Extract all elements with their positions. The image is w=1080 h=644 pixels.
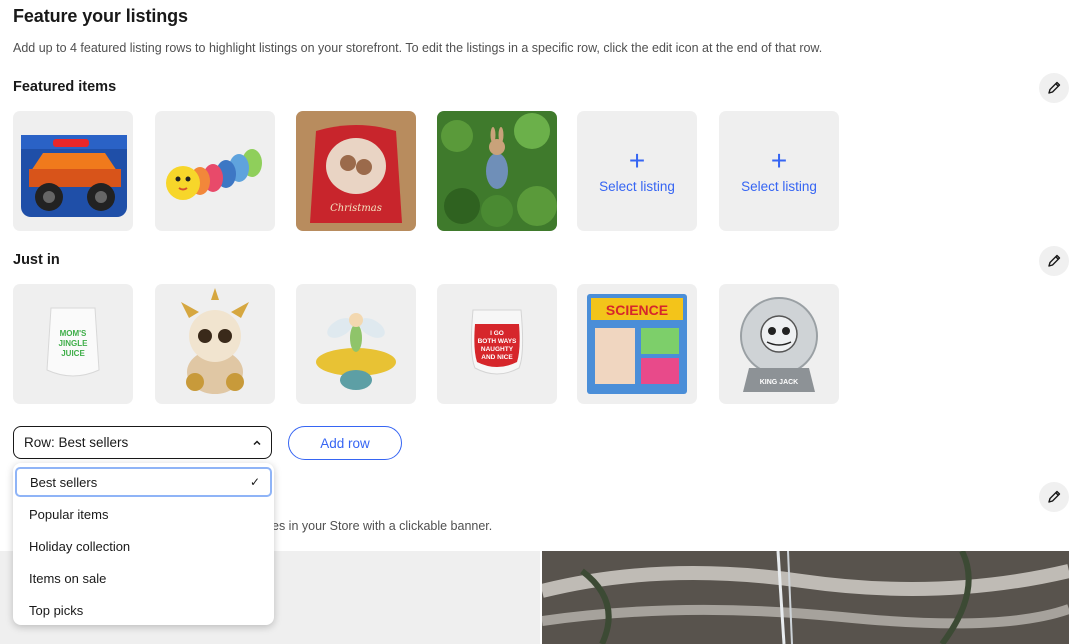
featured-listing-4[interactable] bbox=[437, 111, 557, 231]
just-in-listing-2[interactable] bbox=[155, 284, 275, 404]
just-in-listing-1[interactable]: MOM'S JINGLE JUICE bbox=[13, 284, 133, 404]
pine-branch-ornament-image bbox=[542, 551, 1069, 644]
banner-image[interactable] bbox=[542, 551, 1069, 644]
plus-icon: + bbox=[628, 144, 646, 176]
unicorn-plush-image bbox=[181, 288, 249, 394]
svg-text:SCIENCE: SCIENCE bbox=[606, 302, 668, 318]
pencil-icon bbox=[1048, 254, 1061, 267]
just-in-listing-4[interactable]: I GO BOTH WAYS NAUGHTY AND NICE bbox=[437, 284, 557, 404]
svg-text:JUICE: JUICE bbox=[61, 349, 85, 358]
svg-text:Christmas: Christmas bbox=[330, 203, 382, 214]
row-type-select[interactable]: Row: Best sellers bbox=[13, 426, 272, 459]
edit-banner-button[interactable] bbox=[1039, 482, 1069, 512]
pencil-icon bbox=[1048, 490, 1061, 503]
banner-description: es in your Store with a clickable banner… bbox=[272, 519, 493, 533]
pencil-icon bbox=[1048, 81, 1061, 94]
row-select-value: Row: Best sellers bbox=[24, 435, 129, 450]
select-listing-slot-6[interactable]: + Select listing bbox=[719, 111, 839, 231]
plus-icon: + bbox=[770, 144, 788, 176]
tinkerbell-figurine-image bbox=[316, 313, 396, 390]
just-in-listing-5[interactable]: SCIENCE bbox=[577, 284, 697, 404]
just-in-listing-3[interactable] bbox=[296, 284, 416, 404]
select-listing-label: Select listing bbox=[599, 178, 675, 194]
snow-globe-image: KING JACK bbox=[740, 297, 818, 392]
christmas-wishes-sack-image: Christmas bbox=[296, 111, 416, 231]
row-type-dropdown: Best sellers ✓ Popular items Holiday col… bbox=[13, 463, 274, 625]
featured-items-heading: Featured items bbox=[13, 79, 117, 95]
dropdown-option-holiday-collection[interactable]: Holiday collection bbox=[13, 531, 274, 561]
svg-text:MOM'S: MOM'S bbox=[60, 329, 87, 338]
page-title: Feature your listings bbox=[13, 6, 188, 26]
monster-truck-toy-image bbox=[21, 135, 127, 217]
add-row-button[interactable]: Add row bbox=[288, 426, 402, 460]
featured-listing-2[interactable] bbox=[155, 111, 275, 231]
just-in-listing-6[interactable]: KING JACK bbox=[719, 284, 839, 404]
svg-text:KING JACK: KING JACK bbox=[760, 379, 799, 386]
svg-text:NAUGHTY: NAUGHTY bbox=[481, 346, 514, 353]
select-listing-label: Select listing bbox=[741, 178, 817, 194]
page-description: Add up to 4 featured listing rows to hig… bbox=[13, 41, 823, 55]
science-kit-image: SCIENCE bbox=[587, 294, 687, 394]
edit-featured-items-button[interactable] bbox=[1039, 73, 1069, 103]
edit-just-in-button[interactable] bbox=[1039, 246, 1069, 276]
naughty-nice-glass-image: I GO BOTH WAYS NAUGHTY AND NICE bbox=[470, 309, 524, 375]
select-listing-slot-5[interactable]: + Select listing bbox=[577, 111, 697, 231]
dropdown-option-popular-items[interactable]: Popular items bbox=[13, 499, 274, 529]
jingle-juice-glass-image: MOM'S JINGLE JUICE bbox=[46, 307, 100, 377]
svg-text:JINGLE: JINGLE bbox=[59, 339, 89, 348]
rabbit-garden-figurine-image bbox=[437, 111, 557, 231]
dropdown-option-items-on-sale[interactable]: Items on sale bbox=[13, 563, 274, 593]
dropdown-option-top-picks[interactable]: Top picks bbox=[13, 595, 274, 625]
caterpillar-plush-image bbox=[166, 149, 262, 200]
featured-listing-3[interactable]: Christmas bbox=[296, 111, 416, 231]
svg-text:AND NICE: AND NICE bbox=[481, 354, 513, 361]
just-in-heading: Just in bbox=[13, 252, 60, 268]
checkmark-icon: ✓ bbox=[249, 475, 260, 489]
chevron-up-icon bbox=[253, 439, 261, 445]
svg-text:BOTH WAYS: BOTH WAYS bbox=[478, 338, 517, 345]
svg-text:I GO: I GO bbox=[490, 330, 504, 337]
dropdown-option-best-sellers[interactable]: Best sellers ✓ bbox=[15, 467, 272, 497]
featured-listing-1[interactable] bbox=[13, 111, 133, 231]
